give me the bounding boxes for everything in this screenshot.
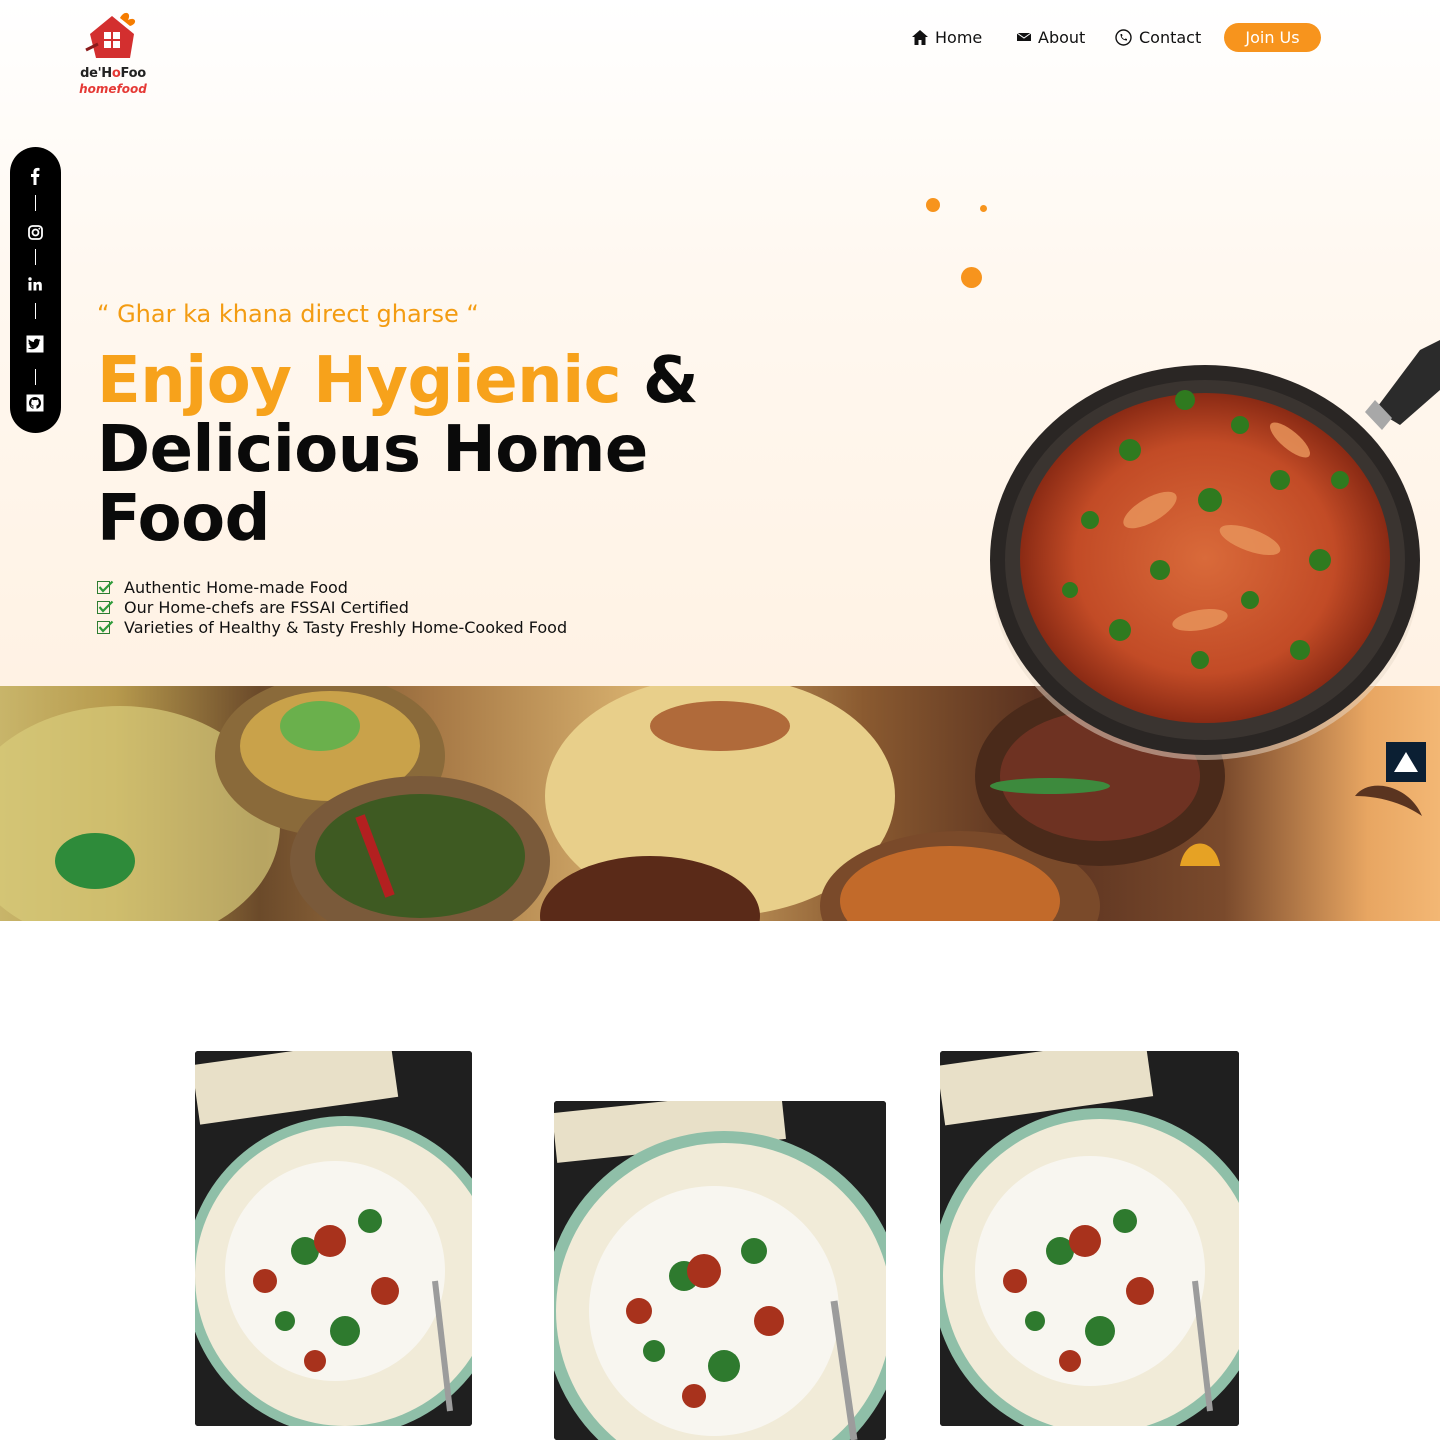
decor-dot	[926, 198, 940, 212]
dish-image	[940, 1051, 1239, 1426]
decor-dot	[980, 205, 987, 212]
nav-contact[interactable]: Contact	[1115, 22, 1201, 52]
phone-icon	[1115, 28, 1132, 46]
dish-card[interactable]	[554, 1101, 886, 1440]
arrow-up-icon	[1394, 752, 1418, 772]
nav-about[interactable]: About	[1017, 22, 1085, 52]
house-logo-icon	[85, 12, 136, 58]
nav-contact-label: Contact	[1139, 27, 1202, 47]
headline-accent: Enjoy Hygienic	[97, 344, 622, 418]
feature-text: Our Home-chefs are FSSAI Certified	[124, 597, 409, 617]
checkmark-icon	[97, 580, 114, 594]
facebook-icon[interactable]	[24, 165, 46, 187]
instagram-icon[interactable]	[24, 221, 46, 243]
feature-list: Authentic Home-made Food Our Home-chefs …	[97, 577, 567, 637]
github-icon[interactable]	[24, 392, 46, 414]
social-divider	[35, 369, 36, 385]
nav-about-label: About	[1038, 27, 1086, 47]
headline-line2: Delicious Home	[97, 413, 648, 487]
headline-amp: &	[621, 344, 699, 418]
feature-text: Authentic Home-made Food	[124, 577, 348, 597]
checkmark-icon	[97, 620, 114, 634]
social-divider	[35, 195, 36, 211]
feature-text: Varieties of Healthy & Tasty Freshly Hom…	[124, 617, 568, 637]
dish-image	[195, 1051, 472, 1426]
social-divider	[35, 249, 36, 265]
feature-item: Varieties of Healthy & Tasty Freshly Hom…	[97, 617, 567, 637]
headline-line3: Food	[97, 482, 270, 556]
home-icon	[912, 29, 928, 45]
feature-item: Our Home-chefs are FSSAI Certified	[97, 597, 567, 617]
hero-headline: Enjoy Hygienic & Delicious Home Food	[97, 347, 717, 554]
join-us-button[interactable]: Join Us	[1224, 23, 1321, 52]
nav-home[interactable]: Home	[912, 22, 982, 52]
feature-item: Authentic Home-made Food	[97, 577, 567, 597]
social-bar	[10, 147, 61, 433]
scroll-to-top-button[interactable]	[1386, 742, 1426, 782]
twitter-icon[interactable]	[24, 333, 46, 355]
decor-dot	[961, 267, 982, 288]
hero-quote: “ Ghar ka khana direct gharse “	[97, 300, 479, 328]
dish-card[interactable]	[195, 1051, 472, 1426]
brand-name: de'HoFoo	[80, 66, 146, 81]
dish-card[interactable]	[940, 1051, 1239, 1426]
social-divider	[35, 303, 36, 319]
checkmark-icon	[97, 600, 114, 614]
dish-image	[554, 1101, 886, 1440]
curry-pan-image	[990, 340, 1440, 760]
brand-logo[interactable]: de'HoFoo homefood	[66, 4, 160, 100]
nav-home-label: Home	[935, 27, 983, 47]
mail-icon	[1017, 32, 1031, 41]
brand-tagline: homefood	[79, 82, 147, 96]
linkedin-icon[interactable]	[24, 273, 46, 295]
